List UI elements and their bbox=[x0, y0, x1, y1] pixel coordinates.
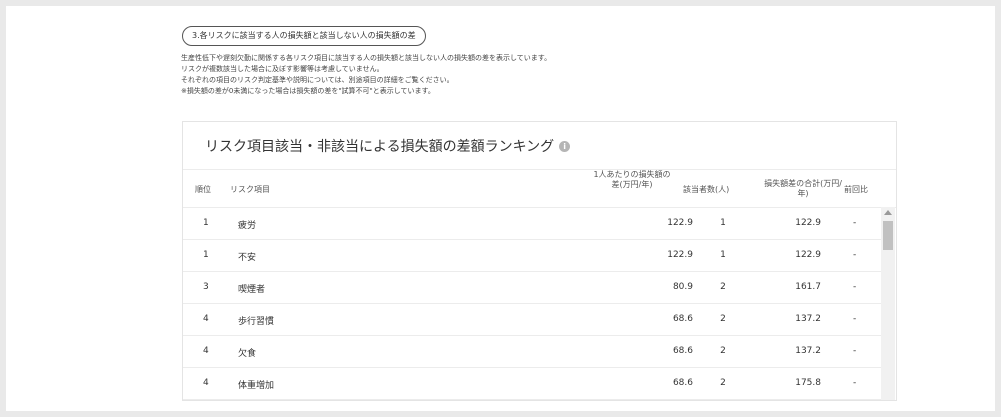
cell-prev-ratio: - bbox=[853, 314, 857, 324]
description-line: ※損失額の差が0未満になった場合は損失額の差を"試算不可"と表示しています。 bbox=[181, 87, 435, 95]
cell-prev-ratio: - bbox=[853, 378, 857, 388]
cell-count: 2 bbox=[720, 346, 726, 356]
cell-total: 137.2 bbox=[795, 314, 821, 324]
cell-prev-ratio: - bbox=[853, 346, 857, 356]
description-line: リスクが複数該当した場合に及ぼす影響等は考慮していません。 bbox=[181, 65, 384, 73]
info-icon[interactable]: i bbox=[559, 140, 571, 152]
cell-prev-ratio: - bbox=[853, 250, 857, 260]
table-row: 4 欠食 68.6 2 137.2 - bbox=[183, 335, 881, 368]
cell-total: 137.2 bbox=[795, 346, 821, 356]
cell-total: 122.9 bbox=[795, 218, 821, 228]
cell-count: 2 bbox=[720, 314, 726, 324]
table-body[interactable]: 1 疲労 122.9 1 122.9 - 1 不安 122.9 1 122.9 … bbox=[183, 207, 881, 400]
header-prev-ratio[interactable]: 前回比 bbox=[844, 184, 868, 195]
cell-risk-item: 体重増加 bbox=[238, 381, 275, 391]
cell-rank: 4 bbox=[203, 314, 209, 324]
cell-loss-diff: 68.6 bbox=[672, 346, 693, 356]
cell-risk-item: 欠食 bbox=[238, 349, 257, 359]
ranking-card: リスク項目該当・非該当による損失額の差額ランキング i 順位 リスク項目 1人あ… bbox=[182, 121, 897, 401]
cell-risk-item: 喫煙者 bbox=[238, 285, 266, 295]
table-header: 順位 リスク項目 1人あたりの損失額の差(万円/年) 該当者数(人) 損失額差の… bbox=[183, 169, 896, 208]
cell-loss-diff: 122.9 bbox=[667, 250, 693, 260]
cell-rank: 1 bbox=[203, 250, 209, 260]
scrollbar-thumb[interactable] bbox=[883, 221, 893, 250]
cell-loss-diff: 68.6 bbox=[672, 378, 693, 388]
cell-rank: 3 bbox=[203, 282, 209, 292]
header-rank[interactable]: 順位 bbox=[195, 184, 211, 195]
table-row: 4 歩行習慣 68.6 2 137.2 - bbox=[183, 303, 881, 336]
cell-loss-diff: 80.9 bbox=[672, 282, 693, 292]
cell-risk-item: 疲労 bbox=[238, 221, 257, 231]
description-line: 生産性低下や遅刻欠勤に関係する各リスク項目に該当する人の損失額と該当しない人の損… bbox=[181, 54, 552, 62]
cell-count: 1 bbox=[720, 218, 726, 228]
cell-rank: 4 bbox=[203, 346, 209, 356]
cell-rank: 1 bbox=[203, 218, 209, 228]
header-loss-diff-per-person[interactable]: 1人あたりの損失額の差(万円/年) bbox=[590, 170, 674, 190]
cell-total: 175.8 bbox=[795, 378, 821, 388]
table-row: 1 疲労 122.9 1 122.9 - bbox=[183, 207, 881, 240]
description-line: それぞれの項目のリスク判定基準や説明については、別途項目の詳細をご覧ください。 bbox=[181, 76, 454, 84]
card-title: リスク項目該当・非該当による損失額の差額ランキング i bbox=[205, 136, 571, 156]
scroll-up-arrow-icon[interactable] bbox=[884, 210, 892, 215]
cell-rank: 4 bbox=[203, 378, 209, 388]
cell-risk-item: 不安 bbox=[238, 253, 257, 263]
cell-count: 2 bbox=[720, 282, 726, 292]
table-row: 3 喫煙者 80.9 2 161.7 - bbox=[183, 271, 881, 304]
header-count[interactable]: 該当者数(人) bbox=[683, 184, 729, 195]
description-text: 生産性低下や遅刻欠勤に関係する各リスク項目に該当する人の損失額と該当しない人の損… bbox=[181, 53, 551, 97]
cell-count: 2 bbox=[720, 378, 726, 388]
card-title-text: リスク項目該当・非該当による損失額の差額ランキング bbox=[205, 139, 555, 155]
header-total-diff[interactable]: 損失額差の合計(万円/年) bbox=[763, 179, 843, 199]
section-heading-pill: 3.各リスクに該当する人の損失額と該当しない人の損失額の差 bbox=[182, 26, 426, 46]
table-row: 4 体重増加 68.6 2 175.8 - bbox=[183, 367, 881, 400]
table-row: 1 不安 122.9 1 122.9 - bbox=[183, 239, 881, 272]
cell-prev-ratio: - bbox=[853, 218, 857, 228]
cell-prev-ratio: - bbox=[853, 282, 857, 292]
cell-loss-diff: 122.9 bbox=[667, 218, 693, 228]
cell-loss-diff: 68.6 bbox=[672, 314, 693, 324]
cell-risk-item: 歩行習慣 bbox=[238, 317, 275, 327]
header-risk-item[interactable]: リスク項目 bbox=[230, 184, 270, 195]
cell-count: 1 bbox=[720, 250, 726, 260]
table-scrollbar[interactable] bbox=[881, 207, 895, 400]
cell-total: 161.7 bbox=[795, 282, 821, 292]
page-container: 3.各リスクに該当する人の損失額と該当しない人の損失額の差 生産性低下や遅刻欠勤… bbox=[6, 6, 995, 411]
cell-total: 122.9 bbox=[795, 250, 821, 260]
